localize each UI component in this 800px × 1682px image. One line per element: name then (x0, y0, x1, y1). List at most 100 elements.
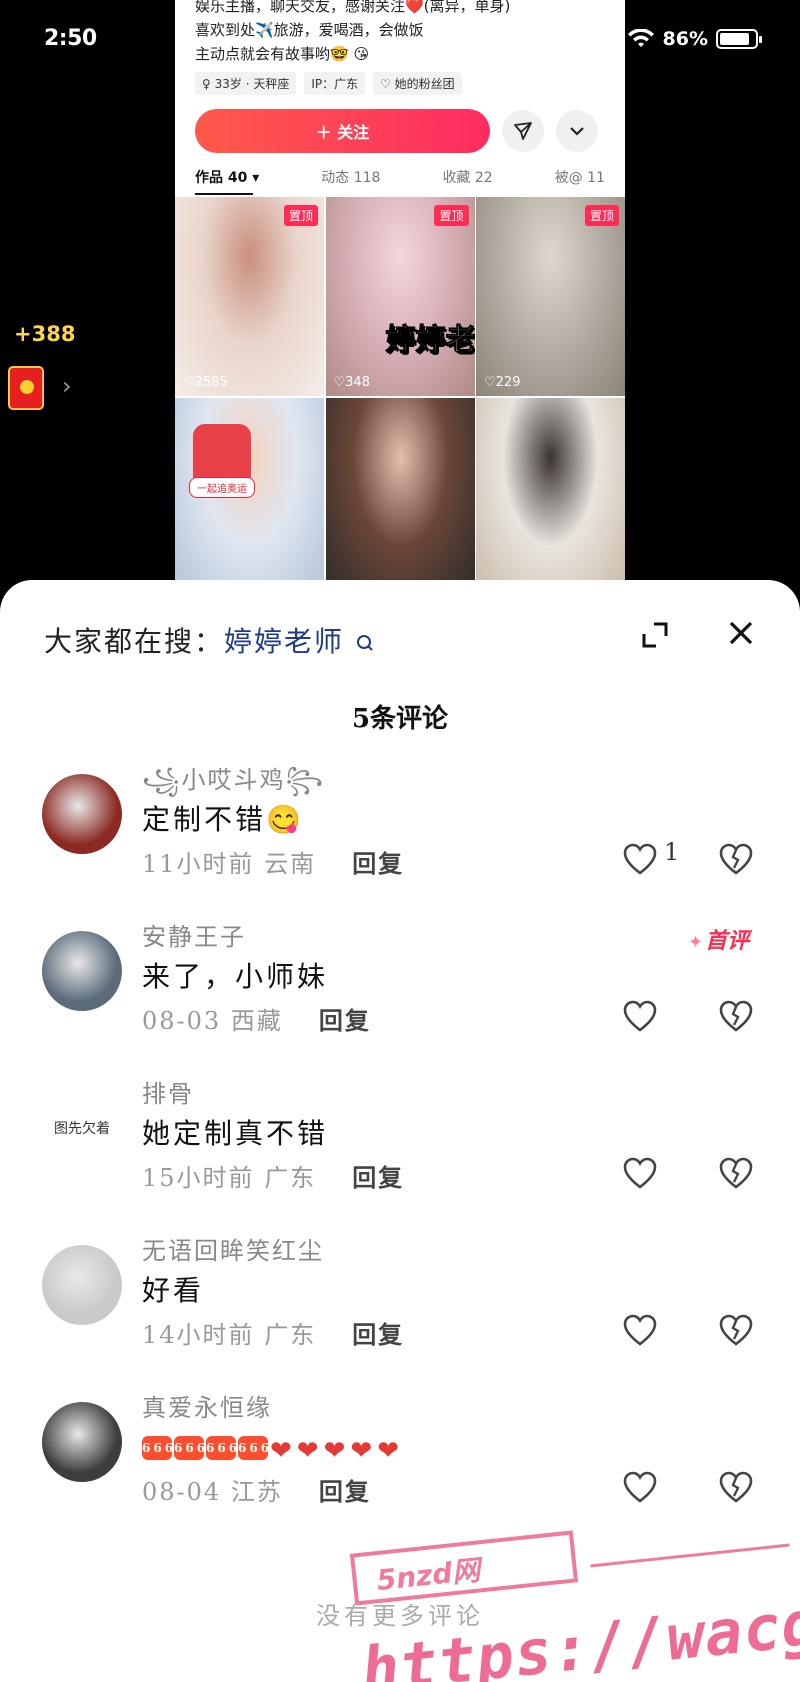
broken-heart-icon[interactable] (718, 999, 754, 1033)
comment-time: 15小时前 (142, 1164, 255, 1192)
heart-icon[interactable] (622, 842, 658, 876)
like-count: 1 (664, 838, 680, 866)
broken-heart-icon[interactable] (718, 1156, 754, 1190)
fan-club-tag[interactable]: ♡ 她的粉丝团 (373, 72, 462, 95)
comment-text: 来了，小师妹 (142, 960, 329, 993)
profile-tags: ♀ 33岁 · 天秤座 IP：广东 ♡ 她的粉丝团 (175, 66, 625, 95)
comment-location: 广东 (264, 1164, 317, 1192)
profile-bio: 娱乐主播，聊天交友，感谢关注❤️(离异，单身) 喜欢到处✈️旅游，爱喝酒，会做饭… (175, 0, 625, 66)
bio-line: 喜欢到处✈️旅游，爱喝酒，会做饭 (195, 21, 424, 39)
comment-meta: 11小时前 云南 回复 (142, 844, 404, 879)
video-thumbnail[interactable] (476, 397, 625, 597)
tab-posts[interactable]: 动态 118 (321, 167, 380, 195)
share-button[interactable] (502, 110, 544, 152)
close-icon[interactable] (726, 618, 756, 648)
comment-time: 11小时前 (142, 850, 255, 878)
broken-heart-icon[interactable] (718, 842, 754, 876)
video-thumbnail[interactable]: 置顶 婷婷老师 ♡348 (325, 197, 475, 396)
comment-location: 云南 (264, 850, 317, 878)
first-comment-badge: 首评 (688, 923, 749, 955)
video-likes: ♡348 (333, 375, 370, 390)
comment-item: 安静王子 首评 来了，小师妹 08-03 西藏 回复 (0, 917, 800, 1047)
pinned-badge: 置顶 (584, 205, 619, 226)
comment-meta: 14小时前 广东 回复 (142, 1315, 404, 1350)
reply-button[interactable]: 回复 (352, 849, 404, 878)
video-likes: ♡2585 (183, 375, 228, 390)
broken-heart-icon[interactable] (718, 1313, 754, 1347)
tab-works[interactable]: 作品 40 ▾ (195, 167, 259, 195)
profile-actions: ＋ 关注 (175, 95, 625, 153)
video-grid: 置顶 ♡2585 置顶 婷婷老师 ♡348 置顶 ♡229 一起追奥运 (175, 197, 625, 597)
reply-button[interactable]: 回复 (319, 1477, 371, 1506)
chevron-down-icon (570, 127, 584, 136)
heart-emoji: ❤ (270, 1436, 295, 1466)
reply-button[interactable]: 回复 (352, 1320, 404, 1349)
olympics-badge-label: 一起追奥运 (189, 476, 255, 498)
comment-location: 西藏 (230, 1007, 283, 1035)
olympics-app-icon[interactable]: 一起追奥运 (189, 423, 255, 498)
chevron-right-icon[interactable]: › (62, 372, 72, 400)
follow-button[interactable]: ＋ 关注 (195, 109, 490, 153)
tab-mentions[interactable]: 被@ 11 (555, 167, 605, 195)
avatar[interactable] (42, 774, 122, 854)
video-caption: 婷婷老师 (385, 323, 475, 359)
heart-icon[interactable] (622, 999, 658, 1033)
battery-percent: 86% (662, 28, 708, 50)
comment-item: 图先欠着 排骨 她定制真不错 15小时前 广东 回复 (0, 1074, 800, 1204)
more-button[interactable] (556, 110, 598, 152)
comment-item: ꧁小哎斗鸡꧂ 定制不错😋 11小时前 云南 回复 1 (0, 760, 800, 890)
search-suggestion[interactable]: 大家都在搜：婷婷老师 (44, 620, 375, 660)
comment-username[interactable]: 真爱永恒缘 (142, 1388, 272, 1423)
six-emoji: 666 (206, 1436, 237, 1460)
comment-username[interactable]: 排骨 (142, 1074, 194, 1109)
comment-username[interactable]: 无语回眸笑红尘 (142, 1231, 324, 1266)
comment-meta: 08-03 西藏 回复 (142, 1001, 371, 1036)
video-thumbnail[interactable] (325, 397, 475, 597)
avatar[interactable] (42, 1402, 122, 1482)
reward-points: +388 (14, 322, 76, 346)
bio-line: 主动点就会有故事哟🤓 😘 (195, 45, 370, 63)
search-prefix: 大家都在搜： (44, 625, 225, 658)
comment-location: 江苏 (230, 1478, 283, 1506)
emoji-row: 666 666 666 666 ❤ ❤ ❤ ❤ ❤ (142, 1436, 402, 1466)
heart-emoji: ❤ (296, 1436, 322, 1466)
comment-time: 08-03 (142, 1007, 222, 1035)
wifi-icon (627, 29, 654, 47)
heart-emoji: ❤ (377, 1436, 402, 1466)
video-thumbnail[interactable]: 置顶 ♡229 (476, 197, 625, 396)
comment-text: 666 666 666 666 ❤ ❤ ❤ ❤ ❤ (142, 1426, 402, 1466)
comment-meta: 08-04 江苏 回复 (142, 1472, 371, 1507)
watermark-box-text: 5nzd网 (375, 1553, 482, 1598)
avatar[interactable] (42, 1245, 122, 1325)
bio-line: 娱乐主播，聊天交友，感谢关注❤️(离异，单身) (195, 0, 511, 15)
avatar[interactable] (42, 931, 122, 1011)
heart-icon[interactable] (622, 1470, 658, 1504)
send-icon (514, 122, 532, 140)
comment-time: 14小时前 (142, 1321, 255, 1349)
heart-emoji: ❤ (323, 1436, 349, 1466)
red-envelope-icon[interactable] (8, 366, 44, 410)
video-likes: ♡229 (484, 375, 521, 390)
comment-text: 她定制真不错 (142, 1117, 329, 1150)
expand-icon[interactable] (640, 620, 670, 650)
age-tag: ♀ 33岁 · 天秤座 (195, 72, 297, 95)
comment-username[interactable]: 安静王子 (142, 917, 246, 952)
heart-icon[interactable] (622, 1313, 658, 1347)
comment-text: 好看 (142, 1274, 205, 1307)
pinned-badge: 置顶 (434, 205, 469, 226)
video-thumbnail[interactable]: 一起追奥运 (175, 397, 324, 597)
broken-heart-icon[interactable] (718, 1470, 754, 1504)
video-thumbnail[interactable]: 置顶 ♡2585 (175, 197, 324, 396)
heart-icon[interactable] (622, 1156, 658, 1190)
search-icon (356, 635, 373, 651)
comment-item: 真爱永恒缘 666 666 666 666 ❤ ❤ ❤ ❤ ❤ 08-04 江苏… (0, 1388, 800, 1518)
tab-favorites[interactable]: 收藏 22 (442, 167, 492, 195)
pinned-badge: 置顶 (283, 205, 318, 226)
search-term[interactable]: 婷婷老师 (224, 625, 344, 658)
reply-button[interactable]: 回复 (352, 1163, 404, 1192)
six-emoji: 666 (142, 1436, 173, 1460)
avatar[interactable]: 图先欠着 (42, 1088, 122, 1168)
reply-button[interactable]: 回复 (319, 1006, 371, 1035)
comment-sheet: 大家都在搜：婷婷老师 5条评论 ꧁小哎斗鸡꧂ 定制不错😋 11小时前 云南 回复 … (0, 580, 800, 1682)
comment-location: 广东 (264, 1321, 317, 1349)
